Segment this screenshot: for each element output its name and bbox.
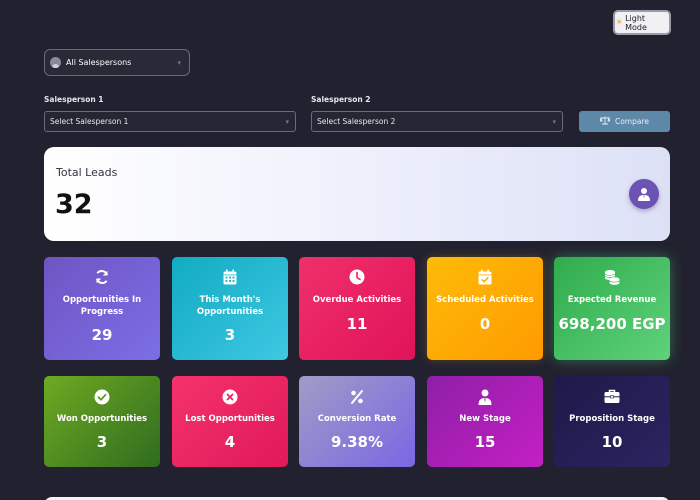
calendar-icon — [172, 269, 288, 285]
opportunities-in-progress-title: Opportunities In Progress — [62, 295, 142, 317]
user-circle-icon — [50, 57, 61, 68]
user-tie-icon — [629, 173, 659, 215]
coins-icon — [554, 269, 670, 285]
check-circle-icon — [44, 389, 160, 405]
salesperson2-label: Salesperson 2 — [311, 95, 371, 104]
conversion-rate-card[interactable]: Conversion Rate 9.38% — [299, 376, 415, 467]
overdue-activities-value: 11 — [346, 315, 368, 333]
proposition-stage-value: 10 — [601, 433, 623, 451]
lost-opportunities-card[interactable]: Lost Opportunities 4 — [172, 376, 288, 467]
salesperson2-select-value: Select Salesperson 2 — [317, 117, 396, 126]
salesperson1-select[interactable]: Select Salesperson 1 ▾ — [44, 111, 296, 132]
expected-revenue-title: Expected Revenue — [567, 295, 657, 305]
dashboard: ☀ Light Mode All Salespersons ▾ Salesper… — [0, 0, 700, 500]
light-mode-label: Light Mode — [625, 13, 647, 32]
chevron-down-icon: ▾ — [285, 117, 289, 126]
new-stage-card[interactable]: New Stage 15 — [427, 376, 543, 467]
overdue-activities-card[interactable]: Overdue Activities 11 — [299, 257, 415, 360]
new-stage-title: New Stage — [459, 414, 511, 424]
won-opportunities-card[interactable]: Won Opportunities 3 — [44, 376, 160, 467]
this-month-s-opportunities-title: This Month's Opportunities — [196, 295, 264, 317]
chevron-down-icon: ▾ — [552, 117, 556, 126]
conversion-rate-value: 9.38% — [330, 433, 384, 451]
briefcase-icon — [554, 389, 670, 404]
won-opportunities-value: 3 — [96, 433, 108, 451]
won-opportunities-title: Won Opportunities — [56, 414, 148, 424]
this-month-s-opportunities-value: 3 — [224, 326, 236, 344]
sun-icon: ☀ — [615, 17, 624, 28]
lost-opportunities-value: 4 — [224, 433, 236, 451]
compare-button-label: Compare — [614, 117, 650, 126]
balance-scale-icon — [599, 116, 611, 127]
salesperson1-select-value: Select Salesperson 1 — [50, 117, 129, 126]
proposition-stage-title: Proposition Stage — [569, 414, 655, 424]
user-tie-icon — [427, 389, 543, 405]
scheduled-activities-title: Scheduled Activities — [436, 295, 534, 305]
compare-button[interactable]: Compare — [579, 111, 670, 132]
salesperson1-label: Salesperson 1 — [44, 95, 104, 104]
total-leads-card[interactable]: Total Leads 32 — [44, 147, 670, 241]
this-month-s-opportunities-card[interactable]: This Month's Opportunities 3 — [172, 257, 288, 360]
conversion-rate-title: Conversion Rate — [317, 414, 397, 424]
calendar-check-icon — [427, 269, 543, 285]
opportunities-in-progress-value: 29 — [91, 326, 113, 344]
proposition-stage-card[interactable]: Proposition Stage 10 — [554, 376, 670, 467]
lost-opportunities-title: Lost Opportunities — [185, 414, 275, 424]
new-stage-value: 15 — [474, 433, 496, 451]
expected-revenue-value: 698,200 EGP — [558, 315, 666, 333]
total-leads-title: Total Leads — [56, 166, 118, 179]
salesperson2-select[interactable]: Select Salesperson 2 ▾ — [311, 111, 563, 132]
salesperson-filter-label: All Salespersons — [66, 58, 132, 67]
salesperson-filter[interactable]: All Salespersons ▾ — [44, 49, 190, 76]
total-leads-value: 32 — [55, 189, 93, 220]
percent-icon — [299, 389, 415, 405]
expected-revenue-card[interactable]: Expected Revenue 698,200 EGP — [554, 257, 670, 360]
scheduled-activities-card[interactable]: Scheduled Activities 0 — [427, 257, 543, 360]
scheduled-activities-value: 0 — [479, 315, 491, 333]
light-mode-button[interactable]: ☀ Light Mode — [613, 10, 671, 35]
sync-icon — [44, 269, 160, 285]
clock-icon — [299, 269, 415, 285]
opportunities-in-progress-card[interactable]: Opportunities In Progress 29 — [44, 257, 160, 360]
overdue-activities-title: Overdue Activities — [312, 295, 402, 305]
times-circle-icon — [172, 389, 288, 405]
chevron-down-icon: ▾ — [177, 58, 181, 67]
